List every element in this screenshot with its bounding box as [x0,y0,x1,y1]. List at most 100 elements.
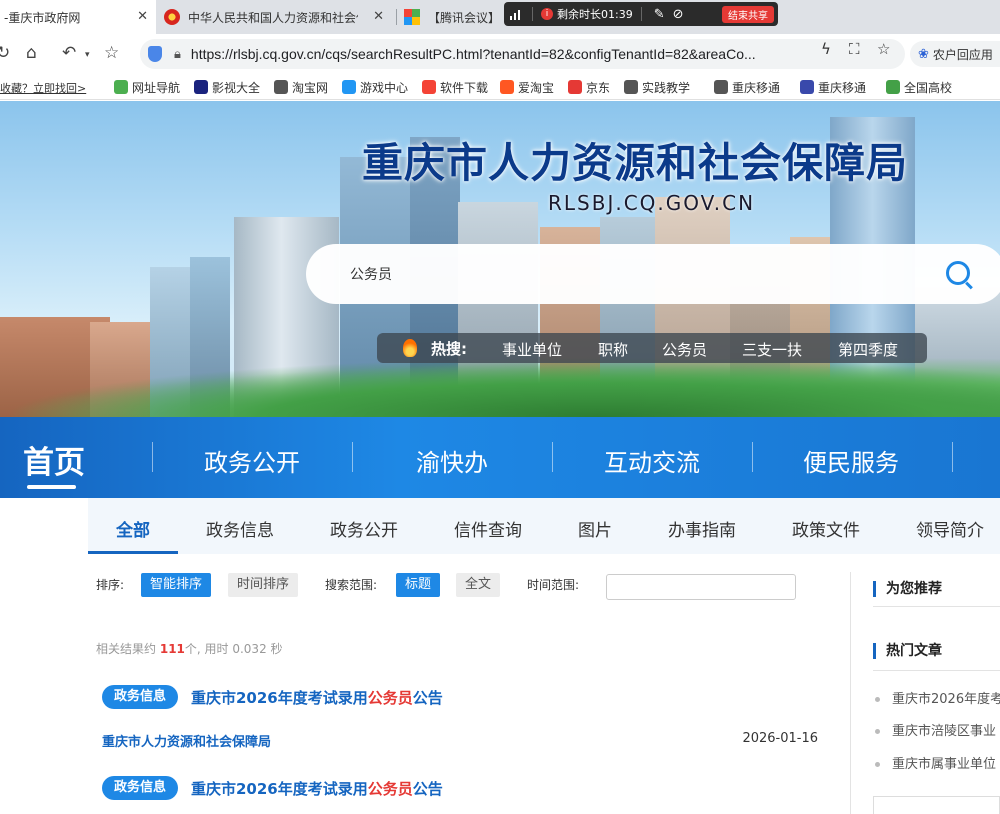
hot-search-item[interactable]: 公务员 [662,339,707,360]
scope-label: 搜索范围: [325,578,378,592]
site-title: 重庆市人力资源和社会保障局 [362,139,908,187]
hot-search-item[interactable]: 职称 [598,339,628,360]
hide-icon[interactable]: ⊘ [673,7,684,22]
tab-gov-info[interactable]: 政务信息 [206,516,274,541]
hero-trees [0,357,1000,417]
star-icon[interactable]: ☆ [877,40,890,58]
bookmark-item[interactable]: 影视大全 [194,78,260,96]
sort-smart-button[interactable]: 智能排序 [141,573,212,597]
tab-gov-public[interactable]: 政务公开 [330,516,398,541]
bookmark-icon [800,80,814,94]
undo-icon[interactable]: ↶ [62,43,76,63]
tab-chongqing-gov[interactable]: -重庆市政府网 ✕ [0,0,156,34]
heading-rule [873,670,1000,671]
tab-policies[interactable]: 政策文件 [792,516,860,541]
nav-gov-affairs[interactable]: 政务公开 [204,443,300,478]
meeting-share-bar: i 剩余时长01:39 ✎ ⊘ 结束共享 [504,2,778,26]
tencent-meeting-icon [404,9,420,25]
bookmark-item[interactable]: 重庆移通 [800,78,866,96]
annotate-icon[interactable]: ✎ [654,7,665,22]
bookmark-item[interactable]: 京东 [568,78,610,96]
url-text[interactable]: https://rlsbj.cq.gov.cn/cqs/searchResult… [191,46,791,62]
result-item: 政务信息 重庆市2026年度考试录用公务员公告 [102,776,818,806]
bookmark-item[interactable]: 软件下载 [422,78,488,96]
nav-yukuaiban[interactable]: 渝快办 [416,443,488,478]
search-icon[interactable] [946,261,970,285]
bookmark-item[interactable]: 重庆移通 [714,78,780,96]
scope-fulltext-button[interactable]: 全文 [456,573,501,597]
nav-home[interactable]: 首页 [23,437,85,482]
tab-letters[interactable]: 信件查询 [454,516,522,541]
lightning-icon[interactable]: ϟ [821,40,831,58]
close-icon[interactable]: ✕ [373,9,384,24]
address-bar-row: ↻ ⌂ ↶ ▾ ☆ 🔒︎ https://rlsbj.cq.gov.cn/cqs… [0,34,1000,74]
bookmark-icon [422,80,436,94]
nav-interaction[interactable]: 互动交流 [604,443,700,478]
home-icon[interactable]: ⌂ [26,43,37,63]
result-title-link[interactable]: 重庆市2026年度考试录用公务员公告 [191,687,443,708]
reload-icon[interactable]: ↻ [0,43,10,63]
hot-search-bar: 热搜: 事业单位 职称 公务员 三支一扶 第四季度 [377,333,927,363]
tab-guides[interactable]: 办事指南 [668,516,736,541]
result-item: 政务信息 重庆市2026年度考试录用公务员公告 重庆市人力资源和社会保障局 20… [102,685,818,755]
hot-search-item[interactable]: 第四季度 [838,339,898,360]
result-title-link[interactable]: 重庆市2026年度考试录用公务员公告 [191,778,443,799]
bookmark-item[interactable]: 全国高校 [886,78,952,96]
hot-search-item[interactable]: 三支一扶 [742,339,802,360]
scope-title-button[interactable]: 标题 [396,573,441,597]
national-emblem-icon [164,9,180,25]
sort-time-button[interactable]: 时间排序 [228,573,299,597]
bookmark-recover-link[interactable]: 收藏？立即找回> [0,80,86,96]
extension-button[interactable]: ❀ 农户回应用 [910,41,1000,67]
browser-tab-bar: -重庆市政府网 ✕ 中华人民共和国人力资源和社会保障部 ✕ 【腾讯会议】 i 剩… [0,0,1000,34]
screenshot-icon[interactable]: ⛶ [849,40,860,58]
heading-rule [873,606,1000,607]
recommend-heading: 为您推荐 [873,581,942,597]
hot-article-link[interactable]: 重庆市2026年度考 [875,688,1000,707]
bookmark-icon [114,80,128,94]
bookmark-icon [342,80,356,94]
flame-icon [403,339,417,357]
site-domain: RLSBJ.CQ.GOV.CN [548,191,756,215]
bookmark-item[interactable]: 游戏中心 [342,78,408,96]
hot-article-link[interactable]: 重庆市涪陵区事业 [875,720,996,739]
result-source[interactable]: 重庆市人力资源和社会保障局 [102,731,271,750]
result-count: 111 [159,642,185,656]
chevron-down-icon[interactable]: ▾ [85,50,90,60]
bookmark-item[interactable]: 网址导航 [114,78,180,96]
hot-search-item[interactable]: 事业单位 [502,339,562,360]
category-badge: 政务信息 [102,776,179,800]
lock-icon: 🔒︎ [174,46,181,62]
hot-article-link[interactable]: 重庆市属事业单位 [875,753,996,772]
tab-tencent-meeting[interactable]: 【腾讯会议】 [404,0,504,34]
bookmark-icon [500,80,514,94]
bookmarks-bar: 收藏？立即找回> 网址导航 影视大全 淘宝网 游戏中心 软件下载 爱淘宝 京东 … [0,74,1000,100]
close-icon[interactable]: ✕ [137,9,148,24]
shield-icon [148,46,162,62]
site-search-box[interactable]: 公务员 [306,244,1000,304]
tab-active-indicator [88,551,178,554]
bullet-icon [875,697,880,702]
search-input[interactable]: 公务员 [350,264,392,284]
category-badge: 政务信息 [102,685,179,709]
bookmark-icon [886,80,900,94]
meeting-remaining-time: 剩余时长01:39 [557,8,633,21]
bookmark-icon [714,80,728,94]
tab-all[interactable]: 全部 [116,516,150,541]
bookmark-item[interactable]: 爱淘宝 [500,78,554,96]
bookmark-icon [274,80,288,94]
favorites-list-icon[interactable]: ☆ [104,43,119,63]
tab-mohrss[interactable]: 中华人民共和国人力资源和社会保障部 ✕ [164,0,392,34]
search-filters: 排序: 智能排序 时间排序 搜索范围: 标题 全文 时间范围: [96,572,836,602]
bookmark-item[interactable]: 实践教学 [624,78,690,96]
tab-leaders[interactable]: 领导简介 [916,516,984,541]
signal-icon [510,8,524,20]
tab-images[interactable]: 图片 [578,516,612,541]
end-share-button[interactable]: 结束共享 [722,5,774,23]
time-range-input[interactable] [606,574,796,600]
nav-public-service[interactable]: 便民服务 [803,443,899,478]
omnibox[interactable]: 🔒︎ https://rlsbj.cq.gov.cn/cqs/searchRes… [140,39,905,69]
sidebar-panel [873,796,1000,814]
bookmark-item[interactable]: 淘宝网 [274,78,328,96]
main-nav: 首页 政务公开 渝快办 互动交流 便民服务 [0,417,1000,498]
